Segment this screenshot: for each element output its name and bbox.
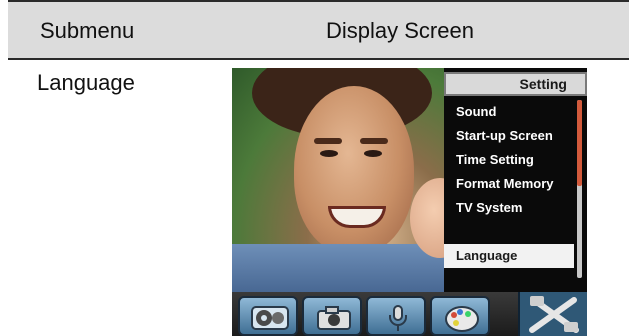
photo-eye-right (364, 150, 382, 157)
tools-icon (529, 296, 579, 333)
display-screen: Setting Sound Start-up Screen Time Setti… (232, 68, 587, 336)
toolbar-settings-button[interactable] (518, 292, 587, 336)
microphone-icon (389, 305, 407, 331)
menu-item-time-setting[interactable]: Time Setting (444, 148, 574, 172)
camera-icon (317, 306, 351, 330)
photo-brow-right (360, 138, 388, 144)
menu-item-sound[interactable]: Sound (444, 100, 574, 124)
photo-face (294, 86, 414, 254)
toolbar-video-button[interactable] (238, 296, 298, 336)
toolbar-audio-button[interactable] (366, 296, 426, 336)
submenu-label: Language (37, 70, 135, 95)
menu-item-format-memory[interactable]: Format Memory (444, 172, 574, 196)
photo-shirt (232, 244, 444, 292)
header-display-screen: Display Screen (326, 18, 474, 43)
background-photo (232, 68, 444, 292)
menu-title: Setting (444, 72, 587, 96)
header-submenu: Submenu (40, 18, 135, 43)
photo-eye-left (320, 150, 338, 157)
menu-item-language[interactable]: Language (444, 244, 574, 268)
toolbar-effects-button[interactable] (430, 296, 490, 336)
photo-brow-left (314, 138, 342, 144)
toolbar-camera-button[interactable] (302, 296, 362, 336)
table-header: Submenu Display Screen (8, 0, 629, 60)
menu-scrollbar-thumb[interactable] (577, 100, 582, 186)
menu-item-startup-screen[interactable]: Start-up Screen (444, 124, 574, 148)
film-reel-icon (251, 306, 289, 330)
settings-menu: Setting Sound Start-up Screen Time Setti… (444, 68, 587, 292)
mode-toolbar (232, 292, 587, 336)
menu-item-tv-system[interactable]: TV System (444, 196, 574, 220)
palette-icon (445, 306, 479, 332)
